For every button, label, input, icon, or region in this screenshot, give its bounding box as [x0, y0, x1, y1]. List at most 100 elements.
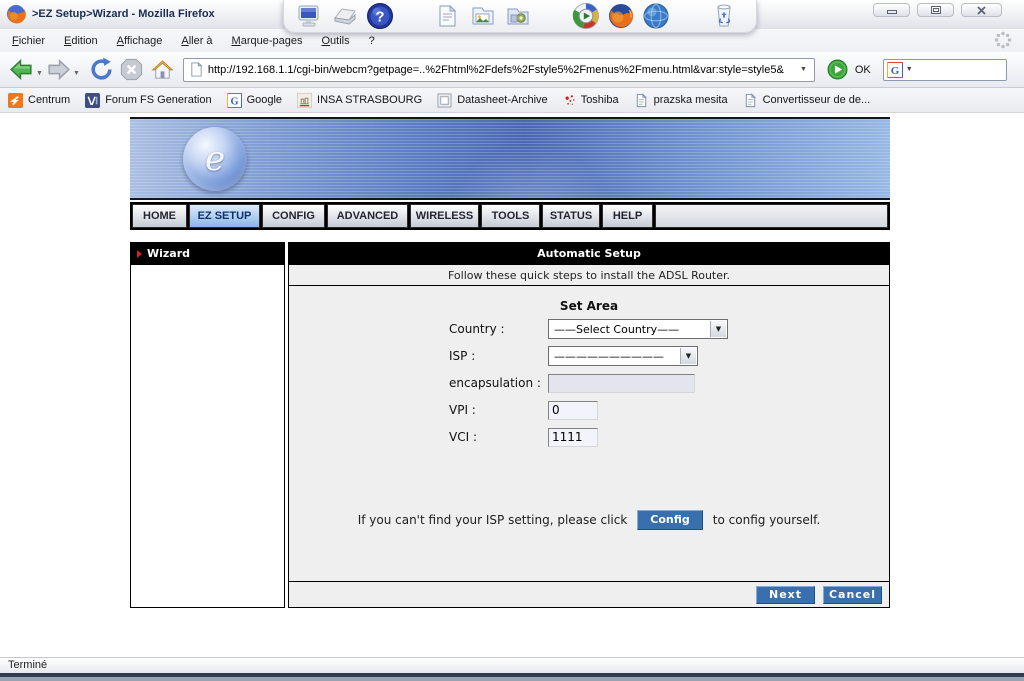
bookmark-label: Forum FS Generation: [105, 94, 212, 106]
maximize-button[interactable]: [917, 3, 954, 17]
back-icon: [10, 58, 32, 81]
google-search-icon[interactable]: G: [886, 61, 903, 78]
vpi-field[interactable]: [548, 400, 598, 420]
tab-help[interactable]: HELP: [602, 204, 653, 228]
url-dropdown-caret[interactable]: ▼: [798, 66, 809, 73]
bookmark-toshiba[interactable]: Toshiba: [563, 93, 619, 108]
tab-tools[interactable]: TOOLS: [481, 204, 540, 228]
tab-config[interactable]: CONFIG: [262, 204, 325, 228]
menu-aller-a[interactable]: Aller à: [181, 35, 212, 47]
bookmark-label: Centrum: [28, 94, 71, 106]
bookmark-datasheet-archive[interactable]: Datasheet-Archive: [437, 92, 548, 108]
page-icon: [191, 62, 203, 77]
tabbar-filler: [655, 204, 888, 228]
main-panel: Follow these quick steps to install the …: [288, 265, 890, 608]
router-banner: e: [130, 117, 890, 200]
navigation-toolbar: ▼ ▼ ▼: [0, 52, 1024, 88]
tab-wireless[interactable]: WIRELESS: [410, 204, 479, 228]
svg-text:G: G: [230, 96, 238, 107]
document-tray-icon[interactable]: [331, 2, 359, 30]
bookmarks-bar: Centrum Forum FS Generation G Google INS…: [0, 88, 1024, 113]
search-engine-caret[interactable]: ▼: [904, 66, 915, 73]
next-button[interactable]: Next: [756, 585, 815, 604]
svg-text:?: ?: [375, 9, 384, 26]
tab-ez-setup[interactable]: EZ SETUP: [189, 204, 260, 228]
minimize-button[interactable]: [873, 3, 910, 17]
router-logo: e: [183, 127, 247, 191]
vpi-label: VPI :: [449, 403, 476, 417]
help-icon[interactable]: ?: [366, 2, 394, 30]
country-select[interactable]: ——Select Country—— ▼: [548, 319, 728, 339]
isp-label: ISP :: [449, 349, 476, 363]
browser-viewport: e HOME EZ SETUP CONFIG ADVANCED WIRELESS…: [0, 113, 1024, 657]
page-favicon: [745, 92, 756, 107]
spacer: [130, 230, 890, 242]
search-input[interactable]: [915, 63, 1003, 76]
chevron-down-icon: ▼: [680, 348, 696, 364]
my-computer-icon[interactable]: [296, 2, 324, 30]
bookmark-google[interactable]: G Google: [226, 92, 283, 108]
cancel-button[interactable]: Cancel: [823, 585, 882, 604]
pictures-folder-icon[interactable]: [469, 2, 497, 30]
menu-fichier[interactable]: Fichier: [12, 35, 45, 47]
back-history-caret[interactable]: ▼: [36, 70, 43, 77]
datasheet-archive-favicon: [437, 92, 452, 108]
config-button[interactable]: Config: [637, 510, 703, 530]
stop-icon: [120, 58, 142, 81]
tab-home[interactable]: HOME: [132, 204, 187, 228]
status-text: Terminé: [8, 659, 48, 671]
bookmark-prazska-mesita[interactable]: prazska mesita: [634, 92, 728, 108]
go-button[interactable]: OK: [827, 59, 871, 80]
bookmark-centrum[interactable]: Centrum: [8, 92, 71, 108]
menu-edition[interactable]: Edition: [64, 35, 98, 47]
forward-history-caret: ▼: [72, 70, 80, 77]
bookmark-label: Datasheet-Archive: [457, 94, 548, 106]
bookmark-label: Google: [246, 94, 283, 106]
forward-icon: [48, 58, 70, 81]
search-box[interactable]: G ▼: [882, 58, 1007, 81]
bookmark-forum-fs[interactable]: Forum FS Generation: [85, 92, 212, 108]
system-folder-icon[interactable]: [504, 2, 532, 30]
globe-icon[interactable]: [642, 2, 670, 30]
page-favicon: [636, 92, 647, 107]
menu-marque-pages[interactable]: Marque-pages: [232, 35, 303, 47]
recycle-bin-icon[interactable]: [710, 2, 738, 30]
bookmark-insa[interactable]: INSA STRASBOURG: [297, 92, 422, 108]
forum-fs-favicon: [85, 92, 101, 108]
menu-aide[interactable]: ?: [369, 35, 375, 47]
menu-outils[interactable]: Outils: [321, 35, 349, 47]
sidebar-item-wizard[interactable]: Wizard: [130, 242, 285, 265]
documents-folder-icon[interactable]: [434, 2, 462, 30]
go-icon: [827, 59, 848, 80]
media-player-icon[interactable]: [572, 2, 600, 30]
tab-advanced[interactable]: ADVANCED: [327, 204, 408, 228]
close-button[interactable]: [961, 3, 1002, 17]
bookmark-convertisseur[interactable]: Convertisseur de de...: [743, 92, 871, 108]
isp-select[interactable]: —————————— ▼: [548, 346, 698, 366]
url-input[interactable]: [207, 63, 794, 76]
tab-status[interactable]: STATUS: [542, 204, 600, 228]
bookmark-label: Convertisseur de de...: [762, 94, 871, 106]
encapsulation-field: [548, 373, 695, 393]
toshiba-favicon: [565, 94, 575, 105]
back-button[interactable]: ▼: [8, 56, 45, 83]
page-title: Automatic Setup: [288, 242, 890, 265]
window-title: >EZ Setup>Wizard - Mozilla Firefox: [32, 8, 215, 20]
country-label: Country :: [449, 322, 505, 336]
home-button[interactable]: [150, 57, 175, 82]
firefox-icon[interactable]: [607, 2, 635, 30]
isp-selected-value: ——————————: [554, 349, 664, 363]
form-footer: Next Cancel: [289, 581, 889, 607]
red-arrow-icon: [137, 249, 142, 258]
country-selected-value: ——Select Country——: [554, 322, 680, 336]
bookmark-label: prazska mesita: [653, 94, 728, 106]
centrum-favicon: [8, 92, 23, 108]
google-favicon: G: [226, 92, 242, 108]
forward-button: ▼: [45, 56, 82, 83]
menu-affichage[interactable]: Affichage: [117, 35, 163, 47]
setup-form: Set Area Country : ——Select Country—— ▼ …: [289, 286, 889, 581]
vci-field[interactable]: [548, 427, 598, 447]
reload-button[interactable]: [88, 56, 115, 83]
router-setup-page: e HOME EZ SETUP CONFIG ADVANCED WIRELESS…: [130, 117, 890, 608]
url-bar[interactable]: ▼: [182, 57, 815, 82]
